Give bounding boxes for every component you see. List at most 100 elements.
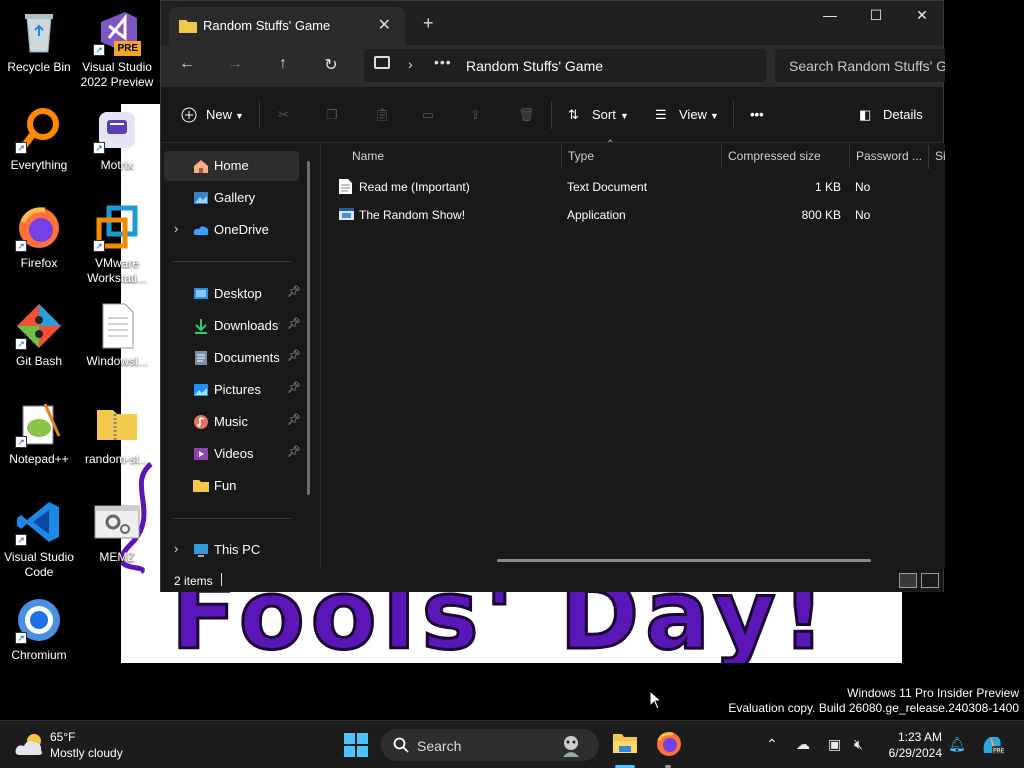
column-separator[interactable] — [928, 145, 929, 169]
shortcut-arrow-icon: ↗ — [15, 338, 27, 350]
column-header-password[interactable]: Password ... — [856, 149, 922, 163]
desktop-icon-label: Recycle Bin — [7, 60, 71, 74]
sort-button[interactable]: Sort — [592, 107, 616, 122]
explorer-tab[interactable]: Random Stuffs' Game ✕ — [169, 7, 405, 45]
nav-label: Fun — [214, 478, 237, 493]
windows-start-icon[interactable] — [344, 733, 368, 757]
clock-time[interactable]: 1:23 AM — [888, 730, 942, 744]
search-box[interactable]: Search Random Stuffs' Game — [775, 49, 945, 82]
file-explorer-taskbar-icon[interactable] — [612, 731, 638, 755]
desktop-icon-vmware[interactable]: ↗ VMware Workstati... — [78, 204, 156, 286]
minimize-button[interactable]: — — [807, 7, 853, 27]
nav-item-onedrive[interactable]: › OneDrive — [164, 215, 299, 245]
close-tab-icon[interactable]: ✕ — [378, 15, 391, 35]
file-type: Application — [567, 208, 626, 222]
nav-item-documents[interactable]: Documents 📌︎ — [164, 343, 301, 373]
weather-condition[interactable]: Mostly cloudy — [50, 746, 123, 760]
volume-muted-icon[interactable]: 🔇︎ — [854, 736, 863, 753]
nav-item-pictures[interactable]: Pictures 📌︎ — [164, 375, 301, 405]
column-separator[interactable] — [721, 145, 722, 169]
notification-bell-icon[interactable]: 🔔︎ — [948, 736, 966, 753]
desktop-icon-chromium[interactable]: ↗ Chromium — [0, 596, 78, 663]
pin-icon[interactable]: 📌︎ — [287, 349, 301, 362]
desktop-icon-git-bash[interactable]: ↗ Git Bash — [0, 302, 78, 369]
nav-item-this-pc[interactable]: › This PC — [164, 535, 299, 565]
nav-item-gallery[interactable]: Gallery — [164, 183, 299, 213]
close-window-button[interactable]: ✕ — [899, 7, 945, 27]
desktop-icon-notepad-plus-plus[interactable]: ↗ Notepad++ — [0, 400, 78, 467]
nav-item-music[interactable]: Music 📌︎ — [164, 407, 301, 437]
chevron-right-icon[interactable]: › — [174, 541, 178, 556]
desktop-icon-memz[interactable]: MEMZ — [78, 498, 156, 565]
new-tab-button[interactable]: + — [423, 13, 434, 34]
column-header-name[interactable]: Name — [352, 149, 384, 163]
refresh-button[interactable]: ↻ — [319, 55, 343, 75]
pin-icon[interactable]: 📌︎ — [287, 413, 301, 426]
desktop-icon-text-file[interactable]: Windowsl... — [78, 302, 156, 369]
clock-date[interactable]: 6/29/2024 — [870, 746, 942, 760]
pin-icon[interactable]: 📌︎ — [287, 285, 301, 298]
details-view-icon[interactable] — [899, 573, 917, 588]
file-row[interactable]: The Random Show! Application 800 KB No — [335, 202, 946, 228]
forward-button[interactable]: → — [223, 55, 247, 73]
weather-temperature[interactable]: 65°F — [50, 730, 75, 744]
network-icon[interactable]: ▣ — [828, 736, 841, 753]
nav-item-desktop[interactable]: Desktop 📌︎ — [164, 279, 301, 309]
tiles-view-icon[interactable] — [921, 573, 939, 588]
pin-icon[interactable]: 📌︎ — [287, 381, 301, 394]
new-button[interactable]: New — [206, 107, 232, 122]
up-button[interactable]: ↑ — [271, 55, 295, 73]
nav-item-home[interactable]: Home — [164, 151, 299, 181]
desktop-icon-label: Visual Studio Code — [4, 550, 74, 579]
copy-icon[interactable]: ❐ — [326, 107, 338, 123]
desktop-icon-zip-folder[interactable]: random-st... — [78, 400, 156, 467]
taskbar-search-box[interactable]: Search — [381, 729, 599, 761]
horizontal-scrollbar[interactable] — [497, 559, 871, 562]
view-button[interactable]: View — [679, 107, 707, 122]
nav-item-videos[interactable]: Videos 📌︎ — [164, 439, 301, 469]
details-button[interactable]: Details — [883, 107, 923, 122]
onedrive-offline-icon[interactable]: ☁ — [796, 736, 810, 753]
address-bar[interactable]: › ••• Random Stuffs' Game — [364, 49, 766, 82]
column-header-compressed-size[interactable]: Compressed size — [728, 149, 821, 163]
chevron-right-icon[interactable]: › — [408, 56, 413, 72]
pin-icon[interactable]: 📌︎ — [287, 445, 301, 458]
status-divider — [221, 573, 222, 586]
copilot-icon[interactable]: PRE — [980, 733, 1004, 757]
maximize-button[interactable]: ☐ — [853, 7, 899, 27]
column-header-type[interactable]: Type — [568, 149, 594, 163]
cloud-weather-icon[interactable] — [14, 731, 46, 759]
nav-label: Desktop — [214, 286, 262, 301]
git-bash-icon: ↗ — [15, 302, 63, 350]
back-button[interactable]: ← — [175, 55, 199, 73]
search-placeholder: Search Random Stuffs' Game — [789, 58, 945, 74]
column-separator[interactable] — [561, 145, 562, 169]
desktop-icon-everything[interactable]: ↗ Everything — [0, 106, 78, 173]
evaluation-watermark: Windows 11 Pro Insider Preview Evaluatio… — [728, 686, 1019, 716]
nav-item-downloads[interactable]: Downloads 📌︎ — [164, 311, 301, 341]
file-type: Text Document — [567, 180, 648, 194]
nav-item-fun[interactable]: Fun — [164, 471, 299, 501]
firefox-taskbar-icon[interactable] — [656, 731, 682, 757]
share-icon[interactable]: ⇪ — [470, 107, 481, 123]
chevron-right-icon[interactable]: › — [174, 221, 178, 236]
pin-icon[interactable]: 📌︎ — [287, 317, 301, 330]
rename-icon[interactable]: ▭ — [422, 107, 434, 123]
nav-scrollbar[interactable] — [307, 161, 310, 495]
chevron-up-icon[interactable]: ⌃ — [766, 736, 778, 753]
see-more-button[interactable]: ••• — [750, 107, 764, 122]
watermark-line: Windows 11 Pro Insider Preview — [847, 686, 1019, 700]
search-highlight-icon — [563, 736, 579, 757]
column-separator[interactable] — [849, 145, 850, 169]
paste-icon[interactable]: 📋︎ — [374, 107, 391, 123]
desktop-icon-vscode[interactable]: ↗ Visual Studio Code — [0, 498, 78, 580]
file-row[interactable]: Read me (Important) Text Document 1 KB N… — [335, 174, 946, 200]
desktop-icon-firefox[interactable]: ↗ Firefox — [0, 204, 78, 271]
desktop-icon-recycle-bin[interactable]: Recycle Bin — [0, 8, 78, 75]
desktop-icon-visual-studio-preview[interactable]: PRE ↗ Visual Studio 2022 Preview — [78, 8, 156, 90]
column-header-size[interactable]: Si — [935, 149, 946, 163]
more-locations-icon[interactable]: ••• — [434, 54, 452, 70]
desktop-icon-motrix[interactable]: ↗ Motrix — [78, 106, 156, 173]
delete-icon[interactable]: 🗑︎ — [518, 107, 535, 123]
cut-icon[interactable]: ✂ — [278, 107, 289, 123]
